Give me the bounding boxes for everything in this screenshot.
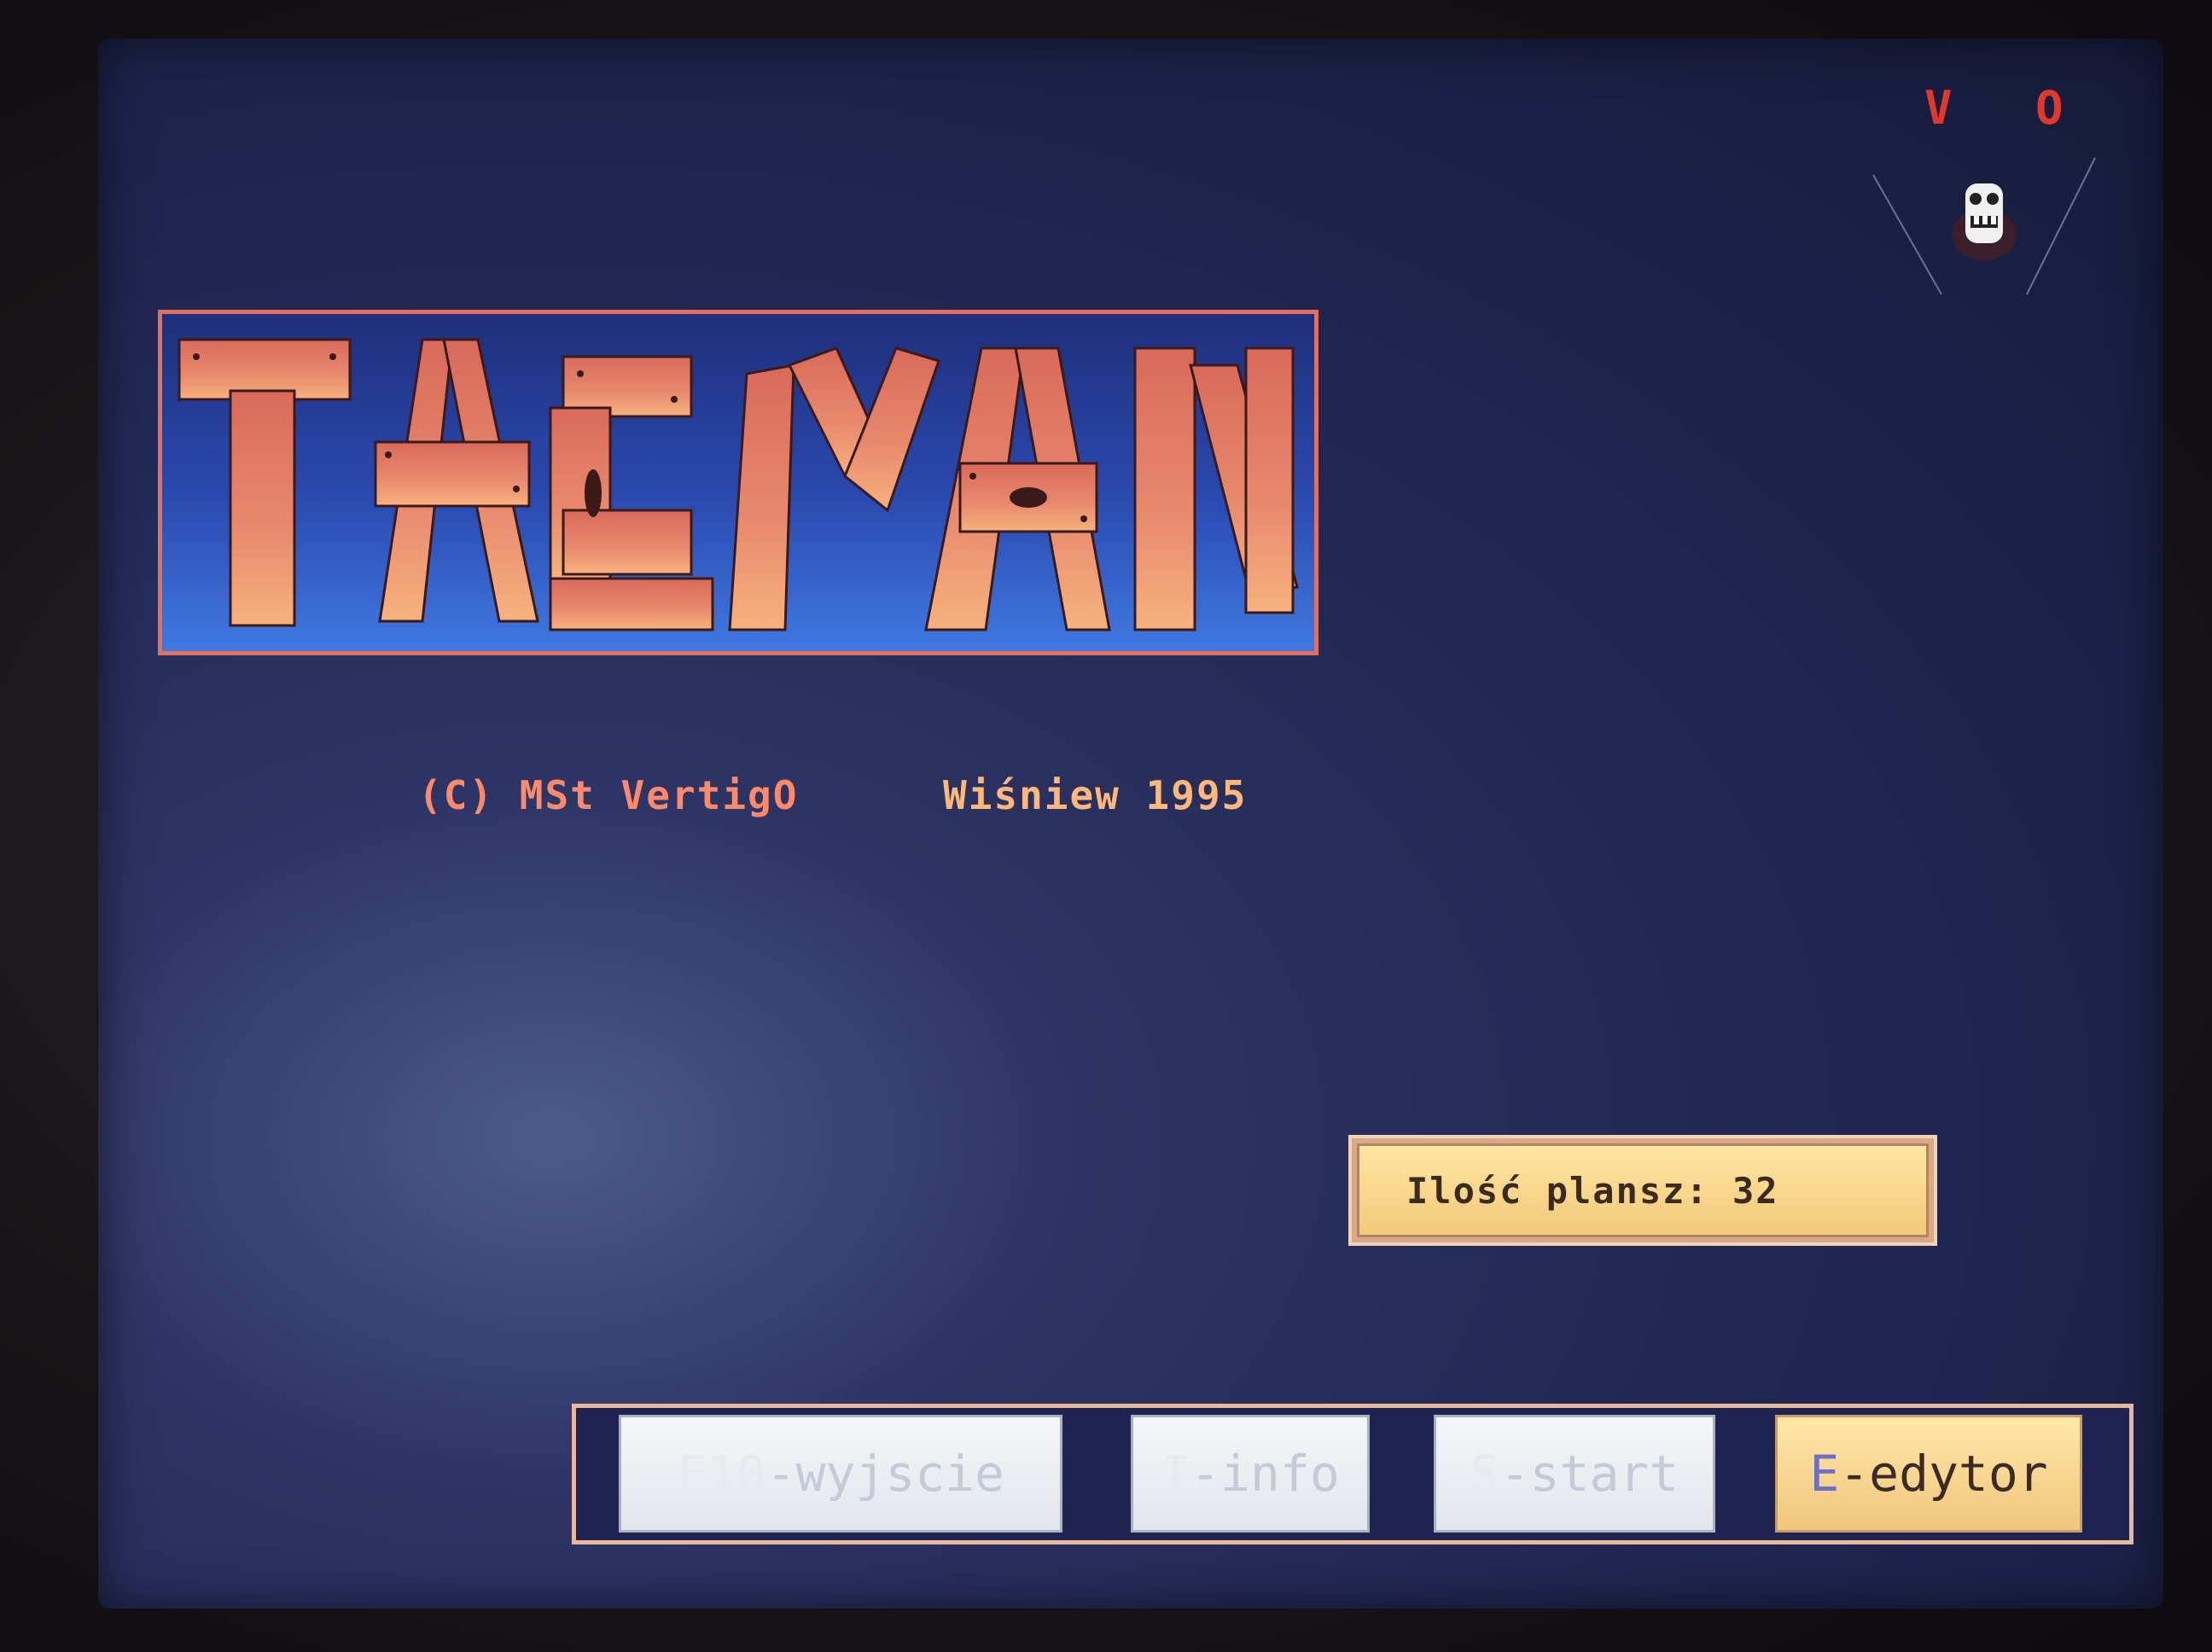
corner-logo-graphic xyxy=(1872,157,2096,295)
exit-button[interactable]: F10 -wyjscie xyxy=(619,1415,1062,1533)
corner-letter-v: V xyxy=(1924,81,1953,135)
level-count-label: Ilość plansz: 32 xyxy=(1357,1143,1929,1237)
menu-bar: F10 -wyjscie I -info S -start E -edytor xyxy=(572,1404,2133,1544)
title-banner xyxy=(158,310,1318,655)
corner-letter-o: O xyxy=(2035,81,2064,135)
editor-hotkey: E xyxy=(1809,1445,1840,1503)
game-screen: V O (C) MSt VertigO Wiśniew 1995 Ilość p… xyxy=(98,38,2163,1608)
exit-label: -wyjscie xyxy=(765,1445,1005,1503)
info-button[interactable]: I -info xyxy=(1131,1415,1370,1533)
info-label: -info xyxy=(1190,1445,1340,1503)
exit-hotkey: F10 xyxy=(676,1445,766,1503)
vertigo-corner-logo: V O xyxy=(1839,73,2112,311)
monitor-bezel: V O (C) MSt VertigO Wiśniew 1995 Ilość p… xyxy=(0,0,2212,1652)
start-label: -start xyxy=(1499,1445,1679,1503)
start-hotkey: S xyxy=(1470,1445,1500,1503)
copyright-place-year: Wiśniew 1995 xyxy=(943,772,1248,818)
level-count-panel: Ilość plansz: 32 xyxy=(1348,1135,1937,1246)
editor-button[interactable]: E -edytor xyxy=(1775,1415,2082,1533)
copyright-author: (C) MSt VertigO xyxy=(418,772,799,818)
tagman-logo xyxy=(178,338,1299,631)
info-hotkey: I xyxy=(1161,1445,1191,1503)
start-button[interactable]: S -start xyxy=(1434,1415,1715,1533)
editor-label: -edytor xyxy=(1839,1445,2048,1503)
